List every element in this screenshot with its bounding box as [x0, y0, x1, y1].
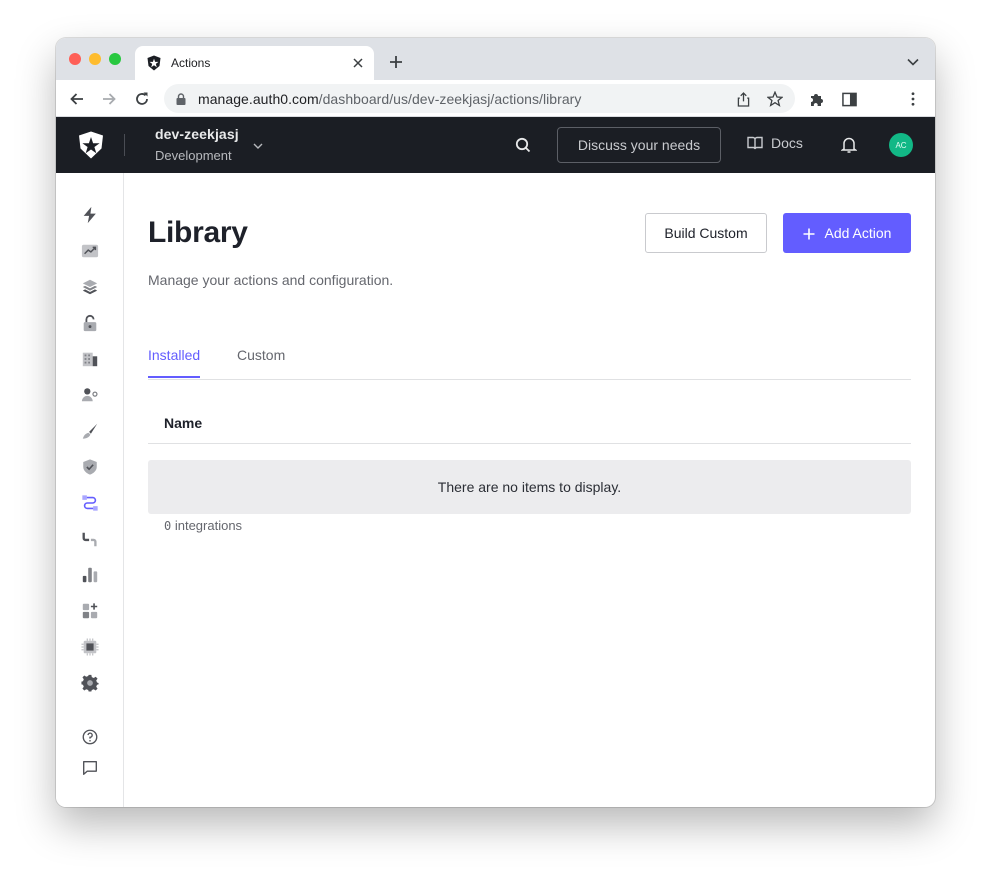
page-title: Library [148, 216, 248, 249]
auth0-logo-icon[interactable] [78, 131, 104, 159]
sidebar [56, 173, 124, 807]
browser-tab-actions[interactable]: Actions [135, 46, 374, 80]
bell-icon[interactable] [840, 136, 858, 154]
integrations-count: 0 integrations [164, 518, 242, 533]
flow-icon[interactable] [80, 493, 100, 513]
browser-toolbar: manage.auth0.com/dashboard/us/dev-zeekja… [56, 80, 935, 117]
menu-kebab-icon[interactable] [903, 89, 923, 109]
layers-icon[interactable] [80, 277, 100, 297]
back-icon[interactable] [67, 89, 87, 109]
gear-icon[interactable] [80, 673, 100, 693]
side-panel-icon[interactable] [839, 89, 859, 109]
minimize-window-button[interactable] [89, 53, 101, 65]
tab-title: Actions [171, 56, 211, 70]
table-header: Name [148, 407, 911, 444]
tab-list-chevron-icon[interactable] [905, 54, 921, 70]
search-icon[interactable] [515, 137, 531, 153]
forward-icon[interactable] [99, 89, 119, 109]
avatar[interactable]: AC [889, 133, 913, 157]
discuss-your-needs-button[interactable]: Discuss your needs [557, 127, 721, 163]
maximize-window-button[interactable] [109, 53, 121, 65]
lock-icon[interactable] [176, 92, 188, 106]
shield-check-icon[interactable] [80, 457, 100, 477]
book-icon [747, 135, 763, 151]
add-action-button[interactable]: Add Action [783, 213, 911, 253]
brush-icon[interactable] [80, 421, 100, 441]
column-header-name[interactable]: Name [164, 415, 202, 431]
tenant-name: dev-zeekjasj [155, 126, 239, 142]
chat-bubble-icon[interactable] [80, 758, 100, 778]
tenant-switcher[interactable]: dev-zeekjasj Development [155, 126, 239, 163]
page-subtitle: Manage your actions and configuration. [148, 272, 394, 288]
help-circle-icon[interactable] [80, 727, 100, 747]
user-gear-icon[interactable] [80, 385, 100, 405]
address-bar[interactable]: manage.auth0.com/dashboard/us/dev-zeekja… [164, 84, 795, 113]
tab-installed[interactable]: Installed [148, 347, 201, 378]
apps-plus-icon[interactable] [80, 601, 100, 621]
docs-link[interactable]: Docs [747, 135, 803, 151]
plus-icon [803, 227, 815, 240]
reload-icon[interactable] [132, 89, 152, 109]
close-tab-icon[interactable] [350, 55, 366, 71]
bar-chart-icon[interactable] [80, 565, 100, 585]
docs-label: Docs [771, 135, 803, 151]
tab-strip: Actions [56, 38, 935, 80]
trend-chart-icon[interactable] [80, 241, 100, 261]
chevron-down-icon[interactable] [252, 139, 264, 151]
app-header: dev-zeekjasj Development Discuss your ne… [56, 117, 935, 173]
building-icon[interactable] [80, 349, 100, 369]
unlock-icon[interactable] [80, 313, 100, 333]
chip-icon[interactable] [80, 637, 100, 657]
pipe-icon[interactable] [80, 529, 100, 549]
new-tab-plus-icon[interactable] [386, 52, 406, 72]
extensions-icon[interactable] [807, 89, 827, 109]
tenant-environment: Development [155, 148, 232, 163]
build-custom-button[interactable]: Build Custom [645, 213, 767, 253]
url-host: manage.auth0.com [198, 90, 319, 107]
bookmark-star-icon[interactable] [765, 89, 785, 109]
empty-state: There are no items to display. [148, 460, 911, 514]
header-divider [124, 134, 125, 156]
close-window-button[interactable] [69, 53, 81, 65]
url-path: /dashboard/us/dev-zeekjasj/actions/libra… [318, 90, 582, 107]
browser-window: Actions manage.auth0.com/dashboard/us/de… [56, 38, 935, 807]
share-icon[interactable] [733, 89, 753, 109]
count-suffix: integrations [171, 518, 243, 533]
tab-bar: Installed Custom [148, 339, 911, 380]
auth0-shield-icon [146, 55, 162, 71]
lightning-icon[interactable] [80, 205, 100, 225]
tab-custom[interactable]: Custom [237, 347, 285, 378]
url-text[interactable]: manage.auth0.com/dashboard/us/dev-zeekja… [198, 91, 581, 107]
add-action-label: Add Action [824, 225, 892, 241]
